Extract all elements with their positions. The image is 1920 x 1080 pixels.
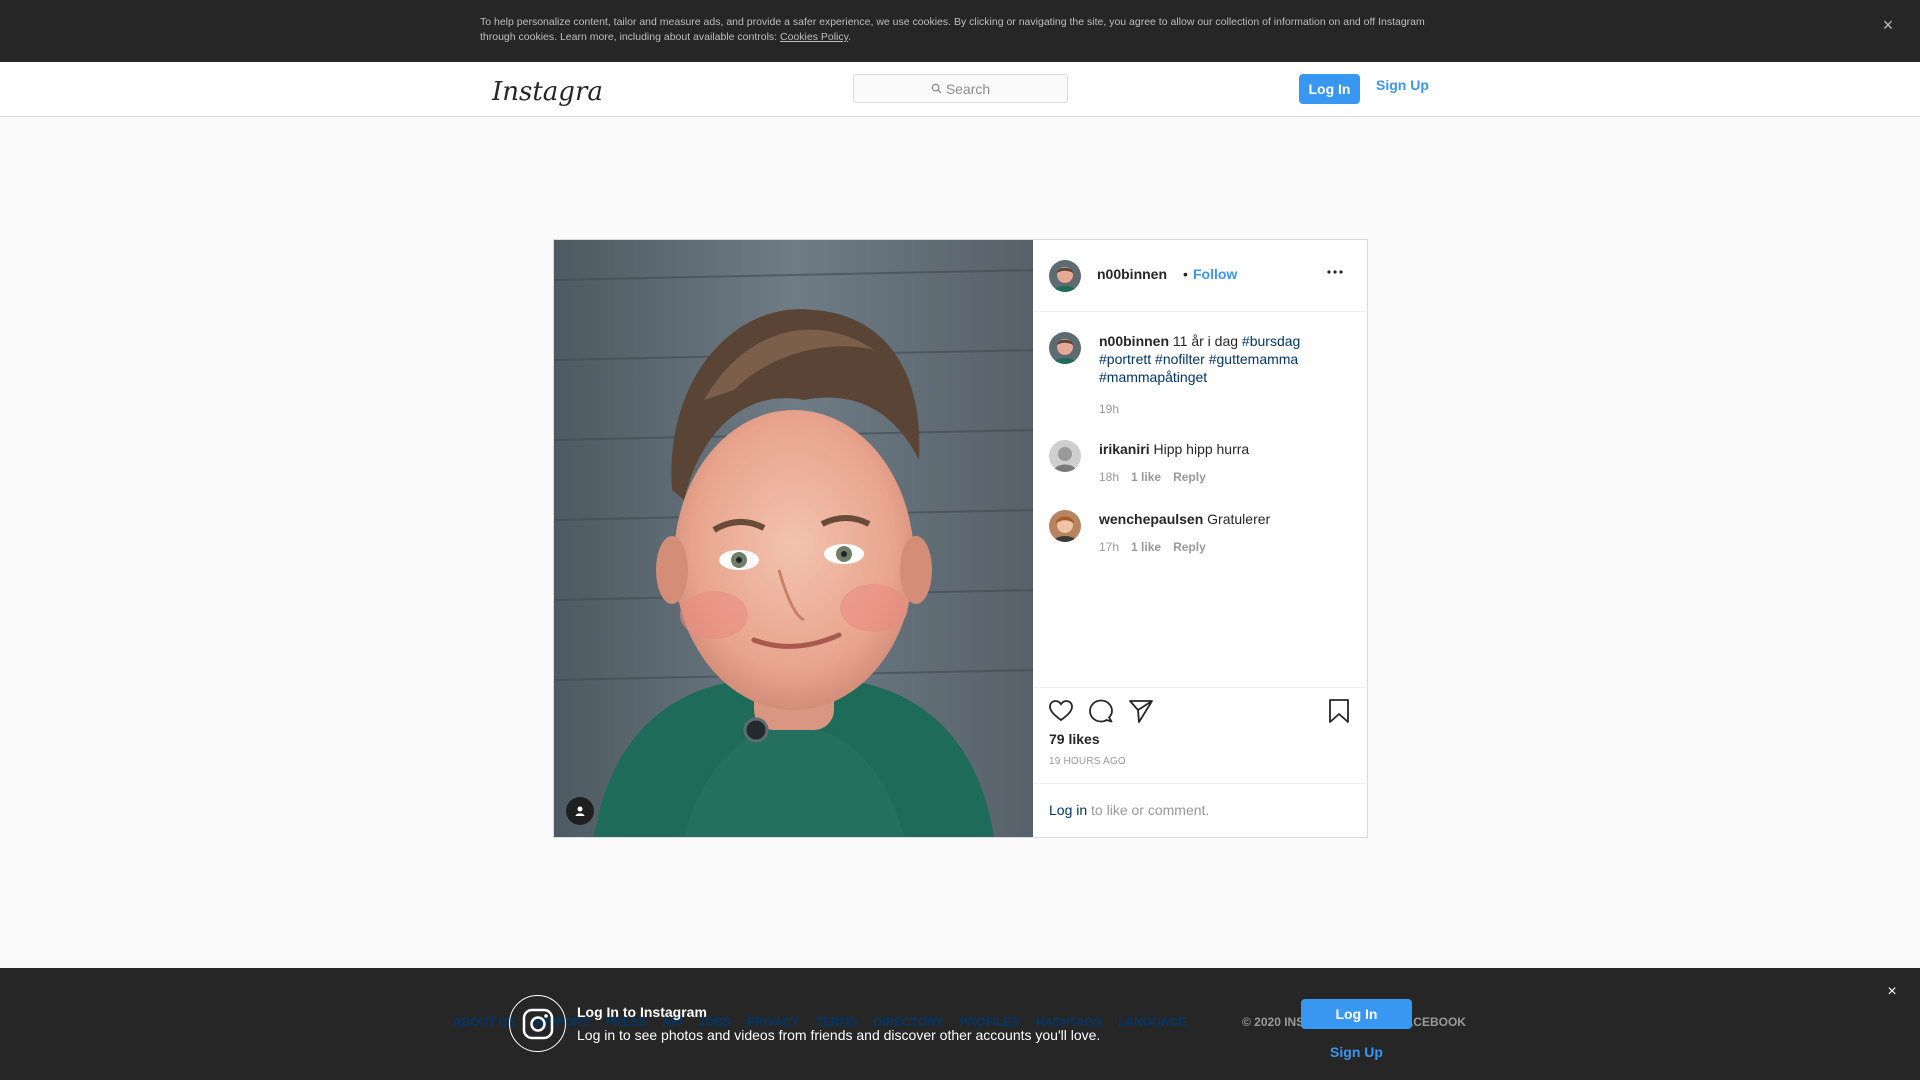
comment-row: wenchepaulsen Gratulerer 17h 1 like Repl… (1049, 510, 1349, 560)
login-to-comment: Log in to like or comment. (1033, 783, 1367, 837)
avatar[interactable] (1049, 332, 1081, 364)
login-prompt-bar: Log In to Instagram Log in to see photos… (0, 968, 1920, 1080)
logo-text: Instagram (492, 77, 602, 107)
login-to-comment-text: to like or comment. (1087, 802, 1210, 818)
post-actions: 79 likes 19 HOURS AGO (1033, 687, 1367, 783)
avatar[interactable] (1049, 440, 1081, 472)
post-photo[interactable] (554, 240, 1033, 837)
post-card: n00binnen • Follow n00binnen 11 år i dag… (553, 239, 1368, 838)
close-icon[interactable]: × (1882, 982, 1902, 1002)
comment-meta: 17h 1 like Reply (1099, 540, 1206, 554)
follow-button[interactable]: Follow (1193, 266, 1237, 282)
comment-likes[interactable]: 1 like (1131, 470, 1161, 484)
avatar[interactable] (1049, 510, 1081, 542)
comment-time[interactable]: 17h (1099, 540, 1119, 554)
instagram-logo[interactable]: Instagram (492, 73, 602, 109)
cookie-policy-link[interactable]: Cookies Policy (780, 31, 848, 43)
hashtag-link[interactable]: #nofilter (1155, 351, 1205, 367)
comment-icon[interactable] (1088, 698, 1114, 724)
instagram-glyph-icon (509, 995, 566, 1052)
comment-username[interactable]: irikaniri (1099, 441, 1150, 457)
post-username[interactable]: n00binnen (1097, 266, 1167, 282)
hashtag-link[interactable]: #mammapåtinget (1099, 369, 1207, 385)
post-sidebar: n00binnen • Follow n00binnen 11 år i dag… (1033, 240, 1367, 837)
login-link[interactable]: Log in (1049, 802, 1087, 818)
reply-button[interactable]: Reply (1173, 540, 1206, 554)
reply-button[interactable]: Reply (1173, 470, 1206, 484)
comment-row: irikaniri Hipp hipp hurra 18h 1 like Rep… (1049, 440, 1349, 490)
comment-text: irikaniri Hipp hipp hurra (1099, 440, 1329, 458)
share-icon[interactable] (1128, 698, 1154, 724)
avatar[interactable] (1049, 260, 1081, 292)
search-input[interactable] (854, 75, 1067, 102)
comment-body: Hipp hipp hurra (1153, 441, 1250, 457)
close-icon[interactable]: × (1878, 15, 1898, 35)
comment-username[interactable]: n00binnen (1099, 333, 1169, 349)
bookmark-icon[interactable] (1326, 698, 1352, 724)
user-tag-icon[interactable] (566, 797, 594, 825)
more-icon[interactable] (1323, 260, 1347, 284)
search-box[interactable]: Search (853, 74, 1068, 103)
comment-likes[interactable]: 1 like (1131, 540, 1161, 554)
comment-time[interactable]: 19h (1099, 402, 1119, 416)
hashtag-link[interactable]: #bursdag (1242, 333, 1300, 349)
post-photo-image (554, 240, 1033, 837)
like-count[interactable]: 79 likes (1049, 731, 1100, 747)
caption-row: n00binnen 11 år i dag #bursdag #portrett… (1049, 332, 1349, 420)
comment-time[interactable]: 18h (1099, 470, 1119, 484)
signup-button[interactable]: Sign Up (1372, 75, 1433, 95)
hashtag-link[interactable]: #guttemamma (1209, 351, 1298, 367)
login-prompt-login-button[interactable]: Log In (1301, 999, 1412, 1029)
comment-meta: 18h 1 like Reply (1099, 470, 1206, 484)
hashtag-link[interactable]: #portrett (1099, 351, 1151, 367)
cookie-banner: To help personalize content, tailor and … (0, 0, 1920, 62)
cookie-banner-text: To help personalize content, tailor and … (480, 15, 1430, 45)
comment-text: wenchepaulsen Gratulerer (1099, 510, 1329, 528)
caption-text: n00binnen 11 år i dag #bursdag #portrett… (1099, 332, 1329, 386)
comment-username[interactable]: wenchepaulsen (1099, 511, 1203, 527)
login-prompt-subtitle: Log in to see photos and videos from fri… (577, 1027, 1101, 1043)
separator-dot: • (1183, 266, 1188, 282)
top-nav: Instagram Search Log In Sign Up (0, 62, 1920, 117)
heart-icon[interactable] (1048, 698, 1074, 724)
caption-body: 11 år i dag (1172, 333, 1242, 349)
login-button[interactable]: Log In (1299, 74, 1360, 104)
post-time[interactable]: 19 HOURS AGO (1049, 756, 1126, 767)
cookie-text-end: . (848, 31, 852, 43)
caption-meta: 19h (1099, 402, 1119, 416)
login-prompt-title: Log In to Instagram (577, 1004, 707, 1020)
login-prompt-signup-button[interactable]: Sign Up (1301, 1042, 1412, 1062)
post-header: n00binnen • Follow (1033, 240, 1367, 312)
comment-body: Gratulerer (1207, 511, 1271, 527)
cookie-text: To help personalize content, tailor and … (480, 16, 1425, 43)
